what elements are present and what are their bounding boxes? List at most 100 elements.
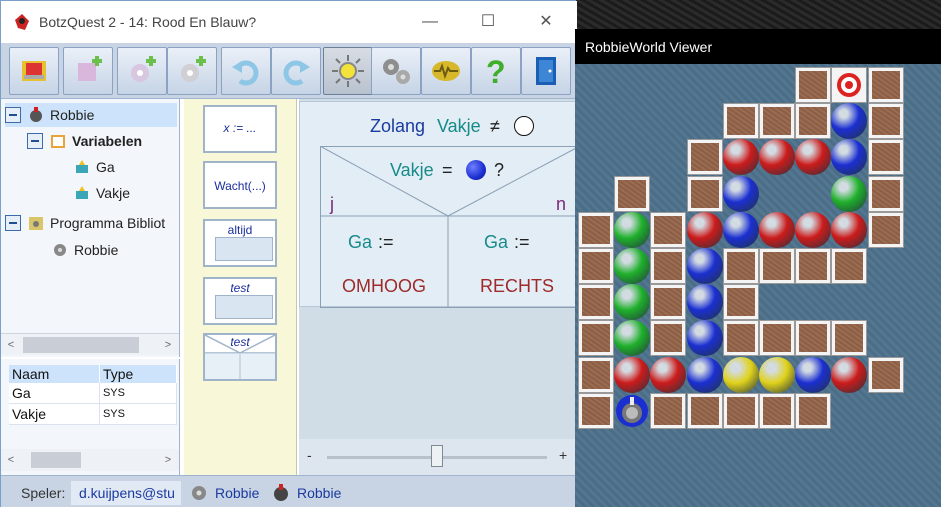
not-equal-operator: ≠: [490, 116, 500, 136]
yes-branch-label: j: [330, 194, 334, 214]
wall-tile: [759, 248, 795, 284]
while-block[interactable]: Zolang Vakje ≠ Vakje = ? j n Ga := OMHOO…: [299, 101, 580, 308]
wall-tile: [686, 392, 723, 429]
add-robot-button[interactable]: [63, 47, 113, 95]
status-bar: Speler: d.kuijpens@stu Robbie Robbie: [1, 475, 577, 507]
collapse-toggle[interactable]: [5, 215, 21, 231]
door-icon: [536, 57, 556, 85]
status-item-robbie-lib[interactable]: Robbie: [189, 483, 259, 503]
collapse-toggle[interactable]: [27, 133, 43, 149]
zoom-out-button[interactable]: -: [307, 447, 312, 463]
close-button[interactable]: ✕: [523, 9, 569, 35]
wall-tile: [795, 67, 832, 103]
scroll-right-arrow[interactable]: >: [161, 452, 175, 468]
run-button[interactable]: [323, 47, 373, 95]
wall-tile: [722, 392, 759, 429]
redo-button[interactable]: [271, 47, 321, 95]
scroll-thumb[interactable]: [31, 452, 81, 468]
column-header-type[interactable]: Type: [99, 365, 178, 383]
viewer-title: RobbieWorld Viewer: [585, 39, 713, 55]
gear-icon: [51, 241, 69, 259]
palette-assign-block[interactable]: x := ...: [203, 105, 277, 153]
var-type: SYS: [99, 383, 178, 404]
wall-tile: [795, 392, 832, 429]
red-ball: [722, 139, 759, 176]
assign-right-value[interactable]: RECHTS: [480, 276, 554, 297]
variable-icon: [73, 184, 91, 202]
wall-tile: [722, 284, 759, 321]
badge-icon: [432, 61, 460, 81]
variable-icon: [73, 158, 91, 176]
add-gear-button[interactable]: [117, 47, 167, 95]
zoom-in-button[interactable]: +: [559, 447, 567, 463]
wall-tile: [614, 175, 651, 212]
tree-item-vakje[interactable]: Vakje: [73, 181, 130, 205]
tree-item-robbie[interactable]: Robbie: [5, 103, 177, 127]
assign-left-value[interactable]: OMHOOG: [342, 276, 426, 297]
scroll-left-arrow[interactable]: <: [4, 452, 18, 468]
undo-button[interactable]: [221, 47, 271, 95]
tree-item-robbie-lib[interactable]: Robbie: [51, 238, 118, 262]
palette-block-body: [215, 295, 273, 319]
add-cog-button[interactable]: [167, 47, 217, 95]
blue-ball: [686, 356, 723, 393]
status-item-robbie[interactable]: Robbie: [271, 483, 341, 503]
table-horizontal-scrollbar[interactable]: < >: [1, 449, 179, 471]
wall-tile: [722, 103, 759, 140]
structogram-canvas[interactable]: Zolang Vakje ≠ Vakje = ? j n Ga := OMHOO…: [299, 99, 580, 439]
collapse-toggle[interactable]: [5, 107, 21, 123]
wall-tile: [650, 392, 687, 429]
redo-icon: [283, 60, 310, 86]
svg-text:?: ?: [486, 54, 506, 89]
wall-tile: [867, 103, 904, 140]
red-ball: [831, 356, 868, 393]
wall-tile: [831, 320, 868, 357]
var-name: Ga: [9, 383, 100, 404]
equal-operator: =: [442, 160, 453, 180]
player-field: d.kuijpens@stu: [71, 481, 181, 505]
target-tile: [831, 67, 868, 103]
palette-always-block[interactable]: altijd: [203, 219, 277, 267]
table-row[interactable]: Vakje SYS: [9, 403, 178, 425]
zoom-knob[interactable]: [431, 445, 443, 467]
red-ball: [831, 211, 868, 248]
while-variable: Vakje: [437, 116, 481, 136]
palette-wait-block[interactable]: Wacht(...): [203, 161, 277, 209]
scroll-left-arrow[interactable]: <: [4, 337, 18, 353]
wall-tile: [867, 356, 904, 393]
tree-item-programma-bibliotheek[interactable]: Programma Bibliot: [5, 211, 165, 235]
wall-tile: [722, 320, 759, 357]
green-ball: [614, 320, 651, 357]
debug-button[interactable]: [421, 47, 471, 95]
undo-icon: [232, 60, 259, 86]
palette-test-if-block[interactable]: test: [203, 333, 277, 381]
maximize-button[interactable]: ☐: [465, 9, 511, 35]
settings-button[interactable]: [371, 47, 421, 95]
wall-tile: [578, 356, 614, 393]
help-button[interactable]: ?: [471, 47, 521, 95]
blue-ball: [831, 139, 868, 176]
blue-ball: [722, 175, 759, 212]
exit-button[interactable]: [521, 47, 571, 95]
status-item-label: Robbie: [215, 485, 260, 501]
wall-tile: [831, 248, 868, 284]
wall-tile: [867, 175, 904, 212]
green-ball: [614, 248, 651, 284]
scroll-right-arrow[interactable]: >: [161, 337, 175, 353]
minimize-button[interactable]: —: [407, 9, 453, 35]
tree-item-ga[interactable]: Ga: [73, 155, 115, 179]
wall-tile: [650, 211, 687, 248]
robot-icon: [27, 106, 45, 124]
scroll-thumb[interactable]: [23, 337, 139, 353]
palette-always-label: altijd: [227, 223, 253, 237]
table-row[interactable]: Ga SYS: [9, 383, 178, 404]
wall-tile: [578, 211, 614, 248]
variables-table-panel: Naam Type Ga SYS Vakje SYS < >: [1, 359, 180, 475]
sun-icon: [332, 55, 364, 87]
tree-item-variabelen[interactable]: Variabelen: [27, 129, 142, 153]
palette-test-loop-block[interactable]: test: [203, 277, 277, 325]
column-header-naam[interactable]: Naam: [9, 365, 100, 383]
eraser-tool-button[interactable]: [9, 47, 59, 95]
empty-cell-icon: [514, 116, 534, 136]
tree-horizontal-scrollbar[interactable]: < >: [1, 333, 179, 355]
